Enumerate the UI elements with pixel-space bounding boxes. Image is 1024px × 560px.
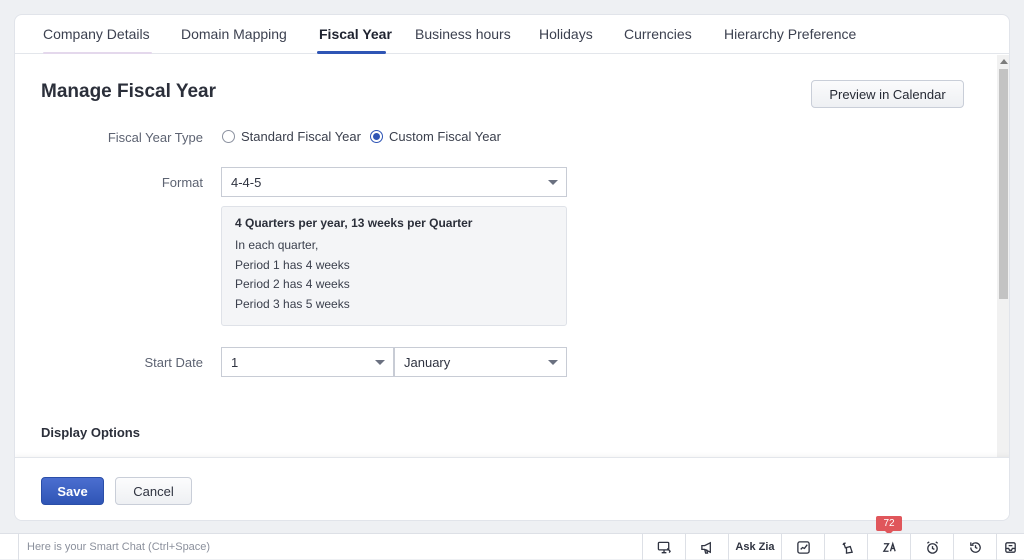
format-label: Format [161, 175, 203, 190]
notification-badge: 72 [876, 516, 902, 535]
settings-card: Company Details Domain Mapping Fiscal Ye… [14, 14, 1010, 521]
cancel-button[interactable]: Cancel [115, 477, 192, 505]
history-button[interactable] [953, 534, 996, 560]
active-tab-indicator [317, 51, 386, 54]
radio-custom-fiscal-year[interactable]: Custom Fiscal Year [370, 129, 501, 144]
format-info-title: 4 Quarters per year, 13 weeks per Quarte… [235, 216, 473, 230]
form-footer: Save Cancel [15, 457, 1009, 520]
tab-company-details[interactable]: Company Details [43, 26, 150, 42]
format-value: 4-4-5 [231, 174, 262, 190]
radio-standard-fiscal-year[interactable]: Standard Fiscal Year [222, 129, 361, 144]
tab-fiscal-year[interactable]: Fiscal Year [319, 26, 392, 42]
fiscal-year-type-label: Fiscal Year Type [107, 130, 203, 145]
settings-tabs: Company Details Domain Mapping Fiscal Ye… [15, 15, 1009, 54]
scroll-up-icon[interactable] [1000, 59, 1008, 64]
tab-hierarchy-preference[interactable]: Hierarchy Preference [724, 26, 856, 42]
start-month-select[interactable]: January [394, 347, 567, 377]
analytics-button[interactable] [781, 534, 824, 560]
fiscal-year-form: Manage Fiscal Year Preview in Calendar F… [15, 55, 997, 457]
monitor-icon [657, 541, 671, 553]
megaphone-icon [700, 541, 711, 554]
format-info-line: In each quarter, [235, 238, 319, 252]
tab-holidays[interactable]: Holidays [539, 26, 593, 42]
start-day-value: 1 [231, 354, 239, 370]
save-button[interactable]: Save [41, 477, 104, 505]
feedback-button[interactable] [824, 534, 867, 560]
scrollbar-thumb[interactable] [999, 69, 1008, 299]
tab-business-hours[interactable]: Business hours [415, 26, 511, 42]
radio-checked-icon [370, 130, 383, 143]
smart-chat-input[interactable]: Here is your Smart Chat (Ctrl+Space) [18, 534, 642, 560]
vertical-scrollbar[interactable] [997, 55, 1009, 457]
tab-domain-mapping[interactable]: Domain Mapping [181, 26, 287, 42]
screen-share-button[interactable] [642, 534, 685, 560]
format-info-line: Period 2 has 4 weeks [235, 277, 350, 292]
format-info-box: 4 Quarters per year, 13 weeks per Quarte… [221, 206, 567, 326]
display-options-title: Display Options [41, 425, 140, 440]
start-month-value: January [404, 354, 451, 370]
bottom-bar: Here is your Smart Chat (Ctrl+Space) Ask… [0, 533, 1024, 560]
start-date-label: Start Date [144, 355, 203, 370]
chevron-down-icon [375, 360, 385, 365]
start-day-select[interactable]: 1 [221, 347, 394, 377]
alarm-clock-icon [926, 540, 938, 554]
format-select[interactable]: 4-4-5 [221, 167, 567, 197]
radio-standard-label: Standard Fiscal Year [241, 129, 361, 144]
more-tools-button[interactable] [996, 534, 1024, 560]
announcements-button[interactable] [685, 534, 728, 560]
tab-company-details-indicator [43, 52, 152, 54]
radio-unchecked-icon [222, 130, 235, 143]
hand-tap-icon [841, 541, 853, 554]
chevron-down-icon [548, 180, 558, 185]
chart-card-icon [796, 540, 810, 554]
tray-icon [1005, 541, 1016, 553]
zia-notifications-button[interactable] [867, 534, 910, 560]
chevron-down-icon [548, 360, 558, 365]
radio-custom-label: Custom Fiscal Year [389, 129, 501, 144]
ask-zia-label: Ask Zia [735, 541, 775, 553]
ask-zia-button[interactable]: Ask Zia [728, 534, 781, 560]
format-info-line: Period 1 has 4 weeks [235, 257, 350, 272]
zia-icon [882, 541, 896, 552]
history-icon [969, 541, 981, 553]
preview-in-calendar-button[interactable]: Preview in Calendar [811, 80, 964, 108]
format-info-line: Period 3 has 5 weeks [235, 296, 350, 311]
tab-currencies[interactable]: Currencies [624, 26, 692, 42]
page-title: Manage Fiscal Year [41, 81, 216, 102]
reminders-button[interactable] [910, 534, 953, 560]
